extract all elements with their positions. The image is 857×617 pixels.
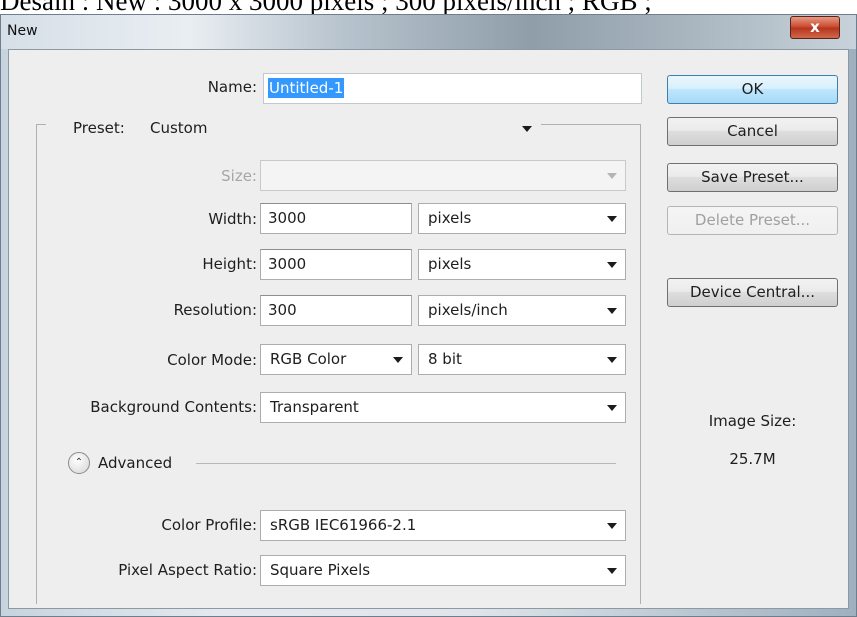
cancel-button[interactable]: Cancel [667, 117, 838, 146]
chevron-down-icon [607, 568, 617, 574]
resolution-unit-select[interactable]: pixels/inch [418, 295, 626, 326]
width-label: Width: [208, 210, 257, 228]
chevron-down-icon [607, 405, 617, 411]
height-label: Height: [202, 255, 257, 273]
chevron-down-icon [607, 308, 617, 314]
close-button[interactable]: x [790, 16, 840, 39]
window-title: New [7, 23, 38, 39]
bit-depth-value: 8 bit [428, 350, 462, 368]
close-icon: x [810, 18, 820, 36]
resolution-label: Resolution: [173, 301, 257, 319]
height-unit-select[interactable]: pixels [418, 249, 626, 280]
pixel-aspect-value: Square Pixels [270, 561, 371, 579]
name-input[interactable]: Untitled-1 [263, 73, 642, 104]
advanced-divider [196, 463, 616, 464]
color-mode-select[interactable]: RGB Color [260, 344, 412, 375]
background-value: Transparent [270, 398, 359, 416]
resolution-unit-value: pixels/inch [428, 301, 508, 319]
chevron-down-icon [607, 523, 617, 529]
width-input[interactable]: 3000 [260, 203, 412, 234]
advanced-label[interactable]: Advanced [98, 454, 172, 472]
color-mode-label: Color Mode: [167, 351, 257, 369]
preset-value: Custom [150, 119, 208, 137]
height-input[interactable]: 3000 [260, 249, 412, 280]
save-preset-button[interactable]: Save Preset... [667, 163, 838, 192]
preset-select[interactable]: Custom [141, 114, 540, 145]
preset-label: Preset: [73, 119, 125, 137]
chevron-down-icon [607, 262, 617, 268]
width-unit-value: pixels [428, 209, 472, 227]
width-unit-select[interactable]: pixels [418, 203, 626, 234]
size-label: Size: [221, 167, 257, 185]
bit-depth-select[interactable]: 8 bit [418, 344, 626, 375]
image-size-value: 25.7M [729, 450, 776, 468]
background-label: Background Contents: [90, 398, 257, 416]
chevron-down-icon [393, 357, 403, 363]
size-select [260, 160, 626, 191]
chevron-down-icon [607, 357, 617, 363]
color-mode-value: RGB Color [270, 350, 347, 368]
device-central-button[interactable]: Device Central... [667, 278, 838, 307]
pixel-aspect-select[interactable]: Square Pixels [260, 555, 626, 586]
image-size-label: Image Size: [708, 412, 797, 430]
resolution-input[interactable]: 300 [260, 295, 412, 326]
chevron-up-double-icon[interactable]: ⌃ [68, 452, 90, 474]
chevron-down-icon [607, 216, 617, 222]
chevron-down-icon [607, 173, 617, 179]
ok-button[interactable]: OK [667, 75, 838, 104]
color-profile-value: sRGB IEC61966-2.1 [270, 516, 417, 534]
color-profile-select[interactable]: sRGB IEC61966-2.1 [260, 510, 626, 541]
background-select[interactable]: Transparent [260, 392, 626, 423]
color-profile-label: Color Profile: [161, 516, 257, 534]
chevron-down-icon [522, 126, 532, 132]
name-label: Name: [207, 78, 257, 96]
height-unit-value: pixels [428, 255, 472, 273]
pixel-aspect-label: Pixel Aspect Ratio: [118, 561, 257, 579]
name-value: Untitled-1 [268, 78, 345, 98]
title-bar[interactable]: New x [1, 15, 856, 49]
delete-preset-button: Delete Preset... [667, 206, 838, 235]
